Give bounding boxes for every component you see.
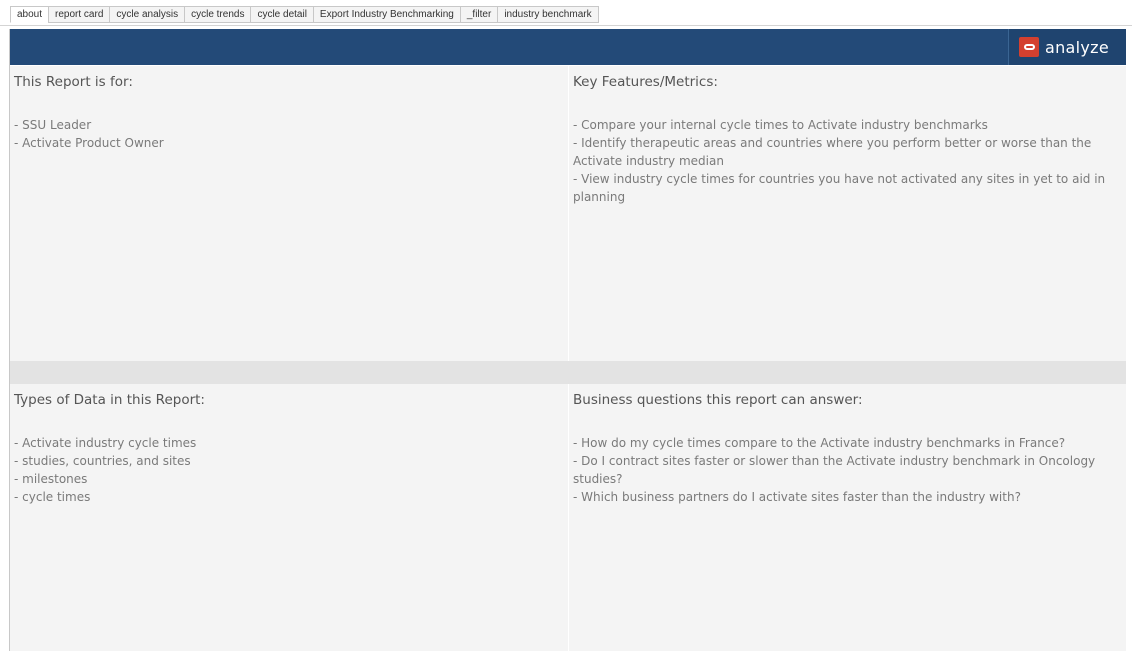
questions-body: - How do my cycle times compare to the A… <box>573 436 1096 504</box>
tab-report-card[interactable]: report card <box>48 6 110 23</box>
questions-panel: Business questions this report can answe… <box>569 384 1126 651</box>
header-banner: analyze <box>10 29 1126 65</box>
tab-cycle-analysis[interactable]: cycle analysis <box>109 6 185 23</box>
section-divider <box>10 361 1126 384</box>
data-types-panel: Types of Data in this Report: - Activate… <box>10 384 568 651</box>
tab-export-industry-benchmarking[interactable]: Export Industry Benchmarking <box>312 6 460 23</box>
tab-bar: about report card cycle analysis cycle t… <box>0 0 1132 26</box>
tab-filter[interactable]: _filter <box>459 6 498 23</box>
oracle-ring-icon <box>1019 37 1039 57</box>
audience-body: - SSU Leader - Activate Product Owner <box>14 118 164 150</box>
questions-title: Business questions this report can answe… <box>573 392 863 408</box>
audience-panel: This Report is for: - SSU Leader - Activ… <box>10 66 568 361</box>
features-body: - Compare your internal cycle times to A… <box>573 118 1106 204</box>
tab-cycle-detail[interactable]: cycle detail <box>250 6 313 23</box>
data-types-body: - Activate industry cycle times - studie… <box>14 436 197 504</box>
audience-title: This Report is for: <box>14 74 133 90</box>
tab-industry-benchmark[interactable]: industry benchmark <box>497 6 599 23</box>
features-panel: Key Features/Metrics: - Compare your int… <box>569 66 1126 361</box>
tab-cycle-trends[interactable]: cycle trends <box>184 6 251 23</box>
features-title: Key Features/Metrics: <box>573 74 718 90</box>
brand-logo: analyze <box>1008 29 1126 65</box>
data-types-title: Types of Data in this Report: <box>14 392 205 408</box>
tab-about[interactable]: about <box>10 6 49 23</box>
brand-name: analyze <box>1045 37 1110 57</box>
